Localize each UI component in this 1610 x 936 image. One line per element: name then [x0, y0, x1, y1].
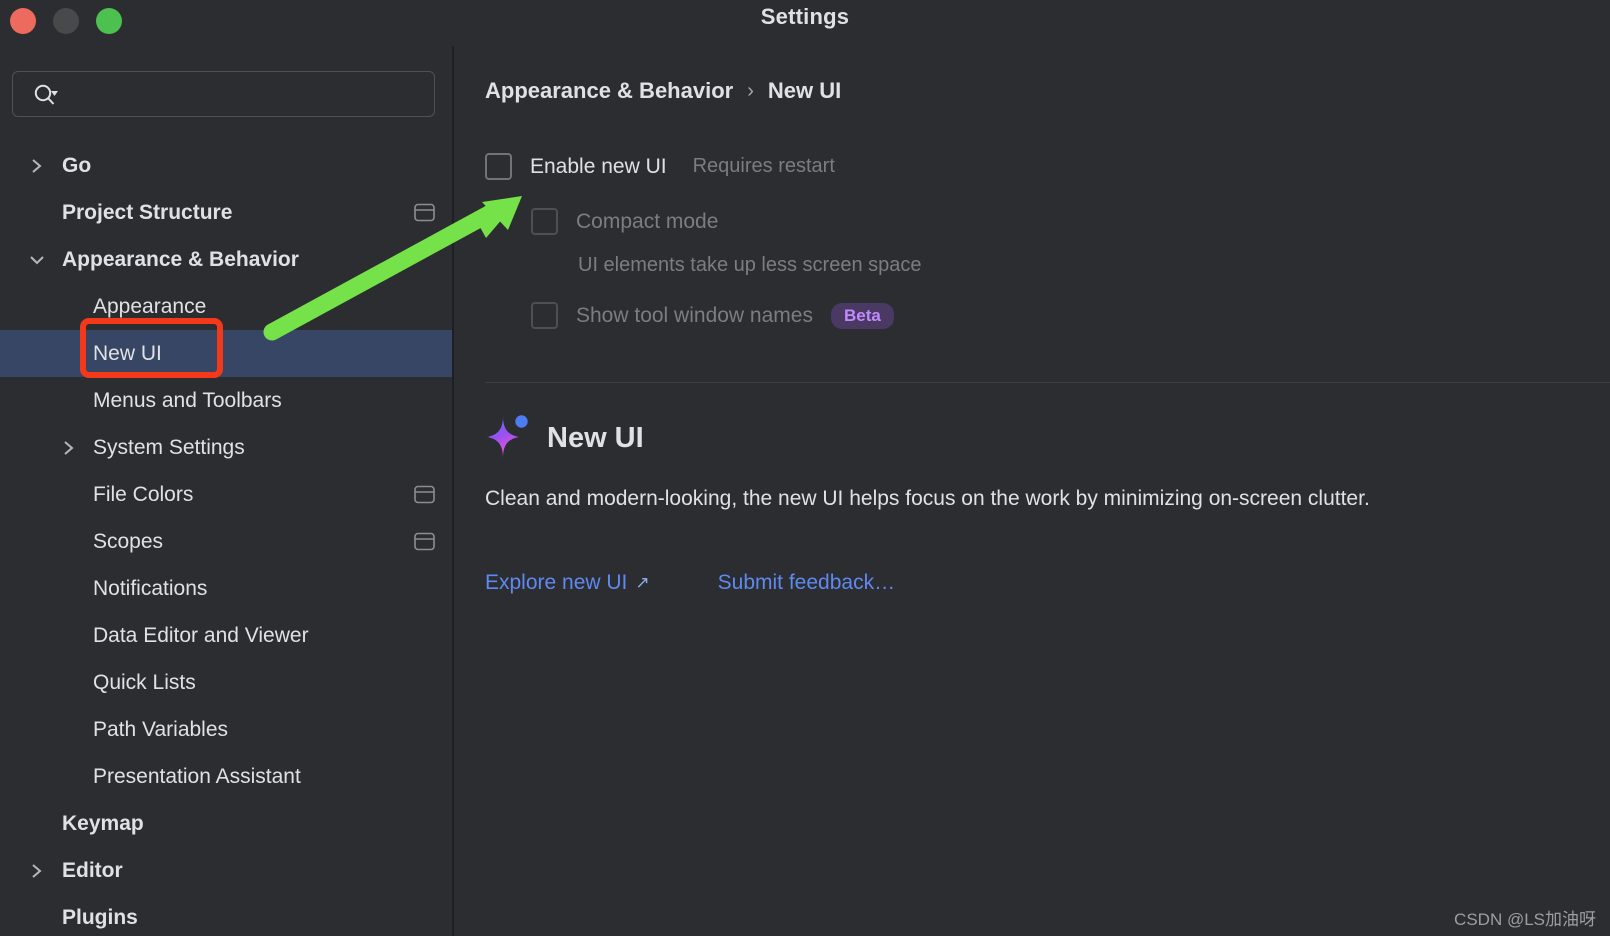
search-icon — [33, 83, 59, 107]
compact-mode-row[interactable]: Compact mode — [531, 208, 718, 235]
breadcrumb-parent[interactable]: Appearance & Behavior — [485, 78, 733, 104]
sidebar-item-keymap[interactable]: Keymap — [0, 800, 452, 847]
compact-mode-checkbox[interactable] — [531, 208, 558, 235]
sidebar-item-quick-lists[interactable]: Quick Lists — [0, 659, 452, 706]
chevron-right-icon[interactable] — [58, 437, 80, 459]
sidebar-item-label: New UI — [93, 341, 162, 365]
sidebar-item-label: Path Variables — [93, 717, 229, 741]
watermark: CSDN @LS加油呀 — [1454, 910, 1596, 929]
show-tool-window-names-checkbox[interactable] — [531, 302, 558, 329]
project-scope-icon — [414, 485, 435, 504]
sidebar-item-label: Presentation Assistant — [93, 764, 301, 788]
enable-new-ui-label: Enable new UI — [530, 154, 667, 178]
sidebar-item-label: Editor — [62, 858, 123, 882]
window-title: Settings — [760, 4, 850, 29]
sidebar-item-label: Scopes — [93, 529, 164, 553]
breadcrumb-current: New UI — [767, 78, 842, 103]
title-bar: Settings — [0, 0, 1610, 46]
enable-new-ui-checkbox[interactable] — [485, 153, 512, 180]
submit-feedback-label: Submit feedback… — [717, 571, 896, 594]
explore-new-ui-label: Explore new UI — [485, 571, 628, 594]
sidebar-item-path-variables[interactable]: Path Variables — [0, 706, 452, 753]
project-scope-icon — [414, 203, 435, 222]
explore-new-ui-link[interactable]: Explore new UI ↗ — [485, 571, 650, 595]
sidebar-item-file-colors[interactable]: File Colors — [0, 471, 452, 518]
sidebar-item-label: File Colors — [93, 482, 194, 506]
sidebar-item-go[interactable]: Go — [0, 142, 452, 189]
settings-tree: Go Project Structure Appearance & Behavi… — [0, 142, 452, 936]
settings-sidebar: Go Project Structure Appearance & Behavi… — [0, 46, 454, 936]
sidebar-item-label: Data Editor and Viewer — [93, 623, 309, 647]
chevron-right-icon[interactable] — [26, 860, 48, 882]
sidebar-item-project-structure[interactable]: Project Structure — [0, 189, 452, 236]
search-box[interactable] — [12, 71, 435, 118]
sidebar-item-appearance-and-behavior[interactable]: Appearance & Behavior — [0, 236, 452, 283]
sidebar-item-label: Plugins — [62, 905, 138, 929]
sidebar-item-label: Appearance & Behavior — [62, 247, 299, 271]
breadcrumb: Appearance & Behavior › New UI — [485, 78, 841, 104]
sidebar-item-editor[interactable]: Editor — [0, 847, 452, 894]
sidebar-item-label: Notifications — [93, 576, 208, 600]
sidebar-item-label: Appearance — [93, 294, 207, 318]
sidebar-item-menus-and-toolbars[interactable]: Menus and Toolbars — [0, 377, 452, 424]
sidebar-item-notifications[interactable]: Notifications — [0, 565, 452, 612]
sidebar-item-label: System Settings — [93, 435, 245, 459]
sparkle-icon — [485, 412, 531, 465]
sidebar-item-label: Keymap — [62, 811, 144, 835]
sidebar-item-label: Menus and Toolbars — [93, 388, 282, 412]
new-ui-promo-links: Explore new UI ↗ Submit feedback… — [485, 571, 895, 595]
settings-content-panel: Appearance & Behavior › New UI Enable ne… — [454, 46, 1610, 936]
chevron-right-icon[interactable] — [26, 155, 48, 177]
sidebar-item-new-ui[interactable]: New UI — [0, 330, 452, 377]
sidebar-item-label: Project Structure — [62, 200, 233, 224]
new-ui-promo-description: Clean and modern-looking, the new UI hel… — [485, 487, 1370, 510]
project-scope-icon — [414, 532, 435, 551]
sidebar-item-label: Quick Lists — [93, 670, 196, 694]
show-tool-window-names-row[interactable]: Show tool window names Beta — [531, 302, 894, 329]
sidebar-item-presentation-assistant[interactable]: Presentation Assistant — [0, 753, 452, 800]
sidebar-item-label: Go — [62, 153, 92, 177]
beta-badge: Beta — [830, 302, 894, 329]
search-input[interactable] — [69, 72, 433, 118]
show-tool-window-names-label: Show tool window names — [576, 303, 813, 327]
compact-mode-label: Compact mode — [576, 209, 719, 233]
sidebar-item-scopes[interactable]: Scopes — [0, 518, 452, 565]
requires-restart-note: Requires restart — [692, 155, 835, 177]
new-ui-promo-header: New UI — [485, 412, 644, 465]
sidebar-item-data-editor-and-viewer[interactable]: Data Editor and Viewer — [0, 612, 452, 659]
submit-feedback-link[interactable]: Submit feedback… — [718, 571, 895, 595]
new-ui-promo-title: New UI — [547, 422, 644, 454]
enable-new-ui-row[interactable]: Enable new UI Requires restart — [485, 153, 835, 180]
section-divider — [485, 382, 1610, 383]
chevron-down-icon[interactable] — [26, 249, 48, 271]
sidebar-item-plugins[interactable]: Plugins — [0, 894, 452, 936]
breadcrumb-separator-icon: › — [747, 79, 754, 102]
sidebar-item-appearance[interactable]: Appearance — [0, 283, 452, 330]
external-link-icon: ↗ — [635, 573, 650, 592]
compact-mode-description: UI elements take up less screen space — [578, 254, 922, 276]
sidebar-item-system-settings[interactable]: System Settings — [0, 424, 452, 471]
